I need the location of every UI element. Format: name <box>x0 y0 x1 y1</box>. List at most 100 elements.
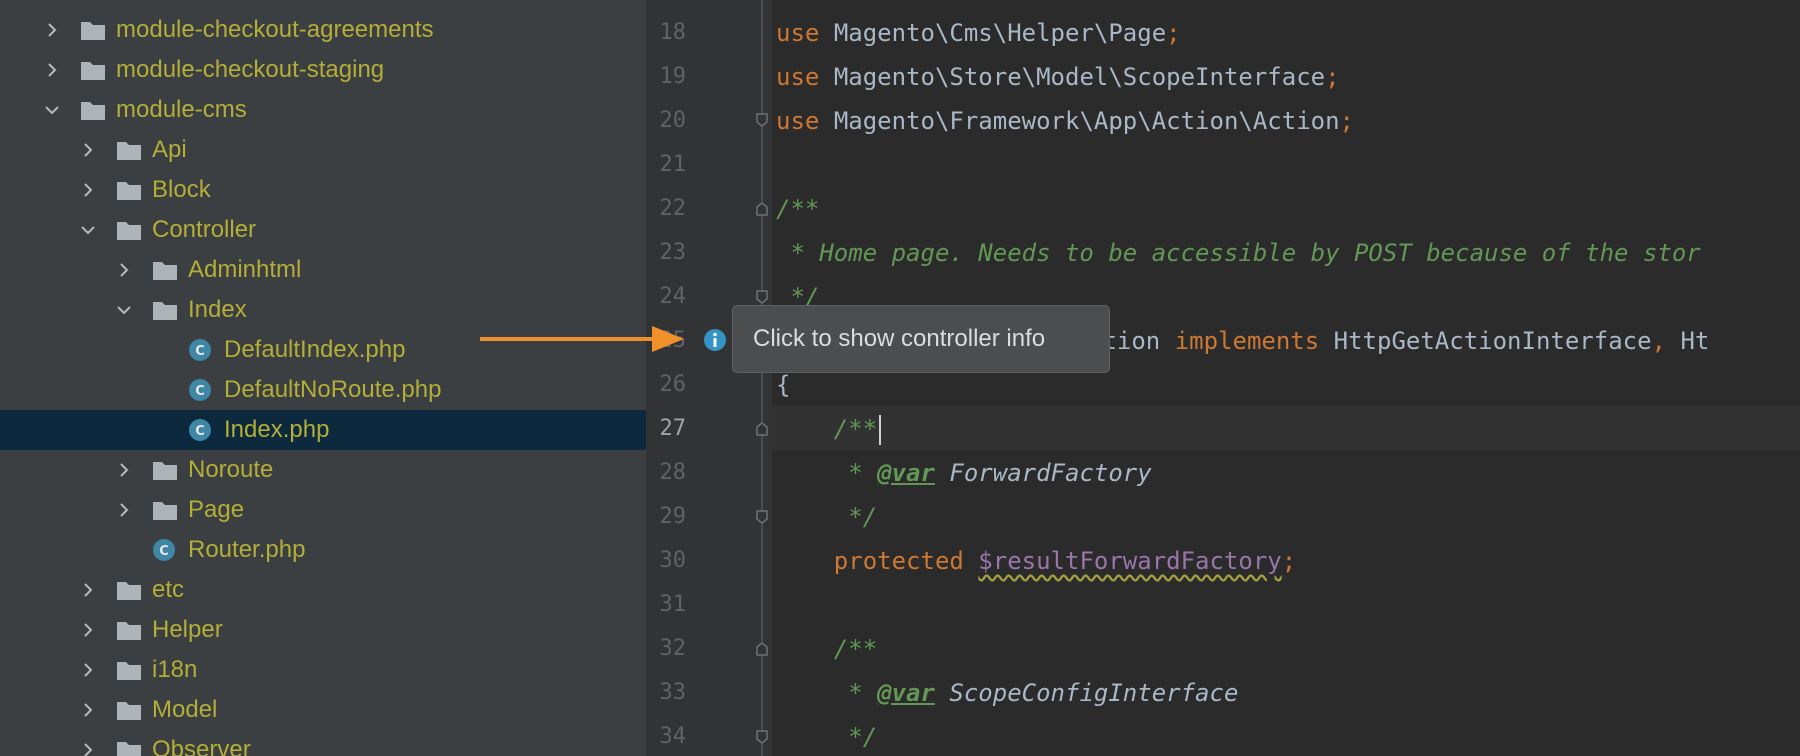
tree-item-label: DefaultNoRoute.php <box>224 376 442 403</box>
tree-item-router-php[interactable]: C Router.php <box>0 530 646 570</box>
chevron-right-icon[interactable] <box>45 63 59 77</box>
code-line-19[interactable]: use Magento\Store\Model\ScopeInterface; <box>776 55 1340 99</box>
tree-item-index-php[interactable]: C Index.php <box>0 410 646 450</box>
interface-name: HttpGetActionInterface <box>1333 327 1652 355</box>
tree-item-adminhtml[interactable]: Adminhtml <box>0 250 646 290</box>
tree-item-label: Api <box>152 136 187 163</box>
chevron-right-icon[interactable] <box>81 583 95 597</box>
folder-icon <box>153 302 177 320</box>
doc-tag-var: @var <box>877 679 935 707</box>
ide-window: module-checkout-agreements module-checko… <box>0 0 1800 756</box>
doc-tag-var: @var <box>877 459 935 487</box>
line-number: 34 <box>659 724 687 749</box>
semicolon: ; <box>1166 19 1181 47</box>
tree-item-page[interactable]: Page <box>0 490 646 530</box>
chevron-right-icon[interactable] <box>117 463 131 477</box>
fold-marker-icon[interactable] <box>756 422 768 436</box>
orange-arrow-icon <box>480 326 684 352</box>
tree-item-noroute[interactable]: Noroute <box>0 450 646 490</box>
folder-icon <box>81 22 105 40</box>
tree-item-label: DefaultIndex.php <box>224 336 406 363</box>
chevron-right-icon[interactable] <box>45 23 59 37</box>
tree-item-model[interactable]: Model <box>0 690 646 730</box>
chevron-down-icon[interactable] <box>45 103 59 117</box>
code-line-33[interactable]: * @var ScopeConfigInterface <box>776 671 1238 715</box>
line-number: 20 <box>659 108 687 133</box>
chevron-right-icon[interactable] <box>81 143 95 157</box>
code-line-30[interactable]: protected $resultForwardFactory; <box>776 539 1296 583</box>
info-icon[interactable] <box>703 328 727 352</box>
folder-icon <box>117 182 141 200</box>
tree-item-api[interactable]: Api <box>0 130 646 170</box>
code-line-32[interactable]: /** <box>776 627 877 671</box>
tree-item-label: module-cms <box>116 96 247 123</box>
fold-marker-icon[interactable] <box>756 730 768 744</box>
namespace: Magento\Store\Model\ScopeInterface <box>833 63 1326 91</box>
fold-marker-icon[interactable] <box>756 113 768 127</box>
tree-item-module-checkout-staging[interactable]: module-checkout-staging <box>0 50 646 90</box>
line-number: 22 <box>659 196 687 221</box>
folder-icon <box>153 462 177 480</box>
tree-item-etc[interactable]: etc <box>0 570 646 610</box>
semicolon: ; <box>1281 547 1297 575</box>
tree-item-module-checkout-agreements[interactable]: module-checkout-agreements <box>0 10 646 50</box>
line-gutter[interactable]: 18 19 20 21 22 23 24 25 26 27 28 29 30 3… <box>646 0 772 756</box>
code-line-18[interactable]: use Magento\Cms\Helper\Page; <box>776 11 1181 55</box>
code-line-28[interactable]: * @var ForwardFactory <box>776 451 1152 495</box>
fold-marker-icon[interactable] <box>756 642 768 656</box>
fold-marker-icon[interactable] <box>756 510 768 524</box>
svg-text:C: C <box>195 344 205 359</box>
code-line-29[interactable]: */ <box>776 495 877 539</box>
chevron-right-icon[interactable] <box>81 743 95 756</box>
tree-item-observer[interactable]: Observer <box>0 730 646 756</box>
line-number: 23 <box>659 240 687 265</box>
chevron-down-icon[interactable] <box>117 303 131 317</box>
namespace: Magento\Framework\App\Action\Action <box>833 107 1340 135</box>
chevron-right-icon[interactable] <box>81 703 95 717</box>
code-line-34[interactable]: */ <box>776 715 877 756</box>
folder-icon <box>153 502 177 520</box>
chevron-right-icon[interactable] <box>81 623 95 637</box>
code-line-25[interactable]: ction implements HttpGetActionInterface,… <box>1088 319 1709 363</box>
code-editor[interactable]: 18 19 20 21 22 23 24 25 26 27 28 29 30 3… <box>646 0 1800 756</box>
line-number: 31 <box>659 592 687 617</box>
tree-item-label: module-checkout-agreements <box>116 16 434 43</box>
code-line-20[interactable]: use Magento\Framework\App\Action\Action; <box>776 99 1354 143</box>
line-number: 32 <box>659 636 687 661</box>
tree-item-module-cms[interactable]: module-cms <box>0 90 646 130</box>
tree-item-controller[interactable]: Controller <box>0 210 646 250</box>
fold-marker-icon[interactable] <box>756 202 768 216</box>
tree-item-block[interactable]: Block <box>0 170 646 210</box>
chevron-right-icon[interactable] <box>81 663 95 677</box>
chevron-right-icon[interactable] <box>117 263 131 277</box>
tree-item-label: Router.php <box>188 536 306 563</box>
code-line-23[interactable]: * Home page. Needs to be accessible by P… <box>776 231 1700 275</box>
doc-type: ForwardFactory <box>949 459 1152 487</box>
line-number: 21 <box>659 152 687 177</box>
tree-item-label: Controller <box>152 216 257 243</box>
tree-item-label: module-checkout-staging <box>116 56 385 83</box>
line-number: 29 <box>659 504 687 529</box>
chevron-right-icon[interactable] <box>81 183 95 197</box>
svg-text:C: C <box>195 424 205 439</box>
line-number: 33 <box>659 680 687 705</box>
line-number: 26 <box>659 372 687 397</box>
tree-item-i18n[interactable]: i18n <box>0 650 646 690</box>
tree-item-helper[interactable]: Helper <box>0 610 646 650</box>
fold-marker-icon[interactable] <box>756 290 768 304</box>
folder-icon <box>117 582 141 600</box>
code-line-27[interactable]: /** <box>776 407 882 451</box>
code-line-22[interactable]: /** <box>776 187 819 231</box>
tree-item-label: etc <box>152 576 185 603</box>
semicolon: ; <box>1325 63 1340 91</box>
keyword-protected: protected <box>833 547 964 575</box>
project-tree[interactable]: module-checkout-agreements module-checko… <box>0 0 646 756</box>
chevron-right-icon[interactable] <box>117 503 131 517</box>
controller-info-tooltip: Click to show controller info <box>732 305 1110 373</box>
folder-icon <box>117 742 141 756</box>
keyword-implements: implements <box>1174 327 1320 355</box>
doc-star: * <box>776 679 878 707</box>
tree-item-defaultnoroute-php[interactable]: C DefaultNoRoute.php <box>0 370 646 410</box>
chevron-down-icon[interactable] <box>81 223 95 237</box>
